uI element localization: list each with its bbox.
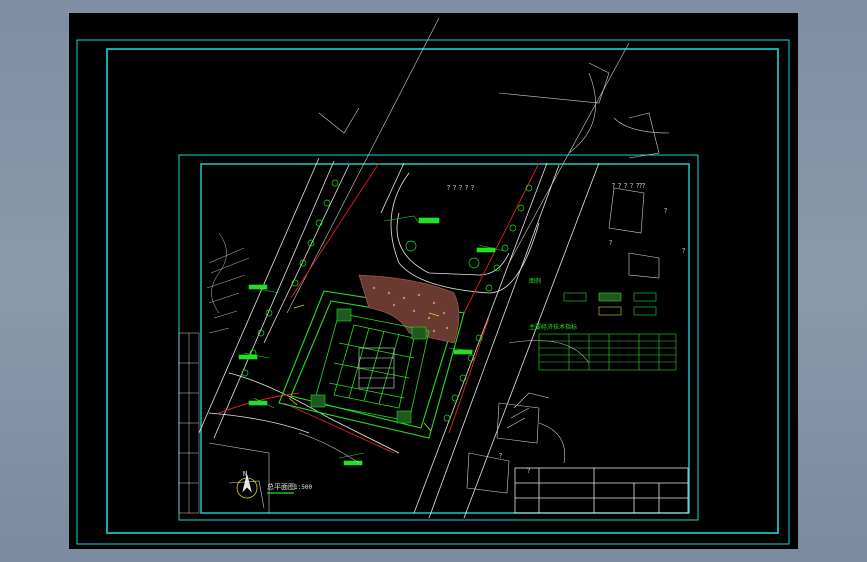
legend-swatches <box>563 292 657 316</box>
right-context-buildings <box>466 187 660 494</box>
cad-viewport[interactable]: N 总平面图 1:500 ？？？？？ ？？？？？？ 图例 主要经济技术指标 ？ … <box>69 13 798 549</box>
table-title: 主要经济技术指标 <box>529 323 577 331</box>
drawing-title: 总平面图 <box>267 482 295 491</box>
green-callouts <box>238 215 505 466</box>
drawing-scale: 1:500 <box>294 484 312 491</box>
building-core <box>358 347 395 389</box>
annotation-4: ？ <box>682 248 688 255</box>
left-grid-strip <box>178 332 200 514</box>
stats-table <box>538 333 677 371</box>
north-arrow <box>236 474 258 499</box>
annotation-2: ？ <box>639 183 645 190</box>
lower-left-context <box>208 432 360 513</box>
context-lines <box>286 17 670 314</box>
site-plan-drawing: N 总平面图 1:500 ？？？？？ ？？？？？？ 图例 主要经济技术指标 ？ … <box>76 17 790 545</box>
title-block <box>514 467 689 514</box>
road-label-1: ？？？？？ <box>447 185 477 192</box>
north-label: N <box>243 470 247 478</box>
annotation-3: ？ <box>664 208 670 215</box>
annotation-1: ？ <box>609 240 615 247</box>
terrain-hatching <box>206 232 250 334</box>
legend-title: 图例 <box>529 277 541 285</box>
plaza-paving <box>358 274 460 344</box>
annotation-6: ？ <box>499 453 505 460</box>
annotation-5: ？ <box>527 468 533 475</box>
